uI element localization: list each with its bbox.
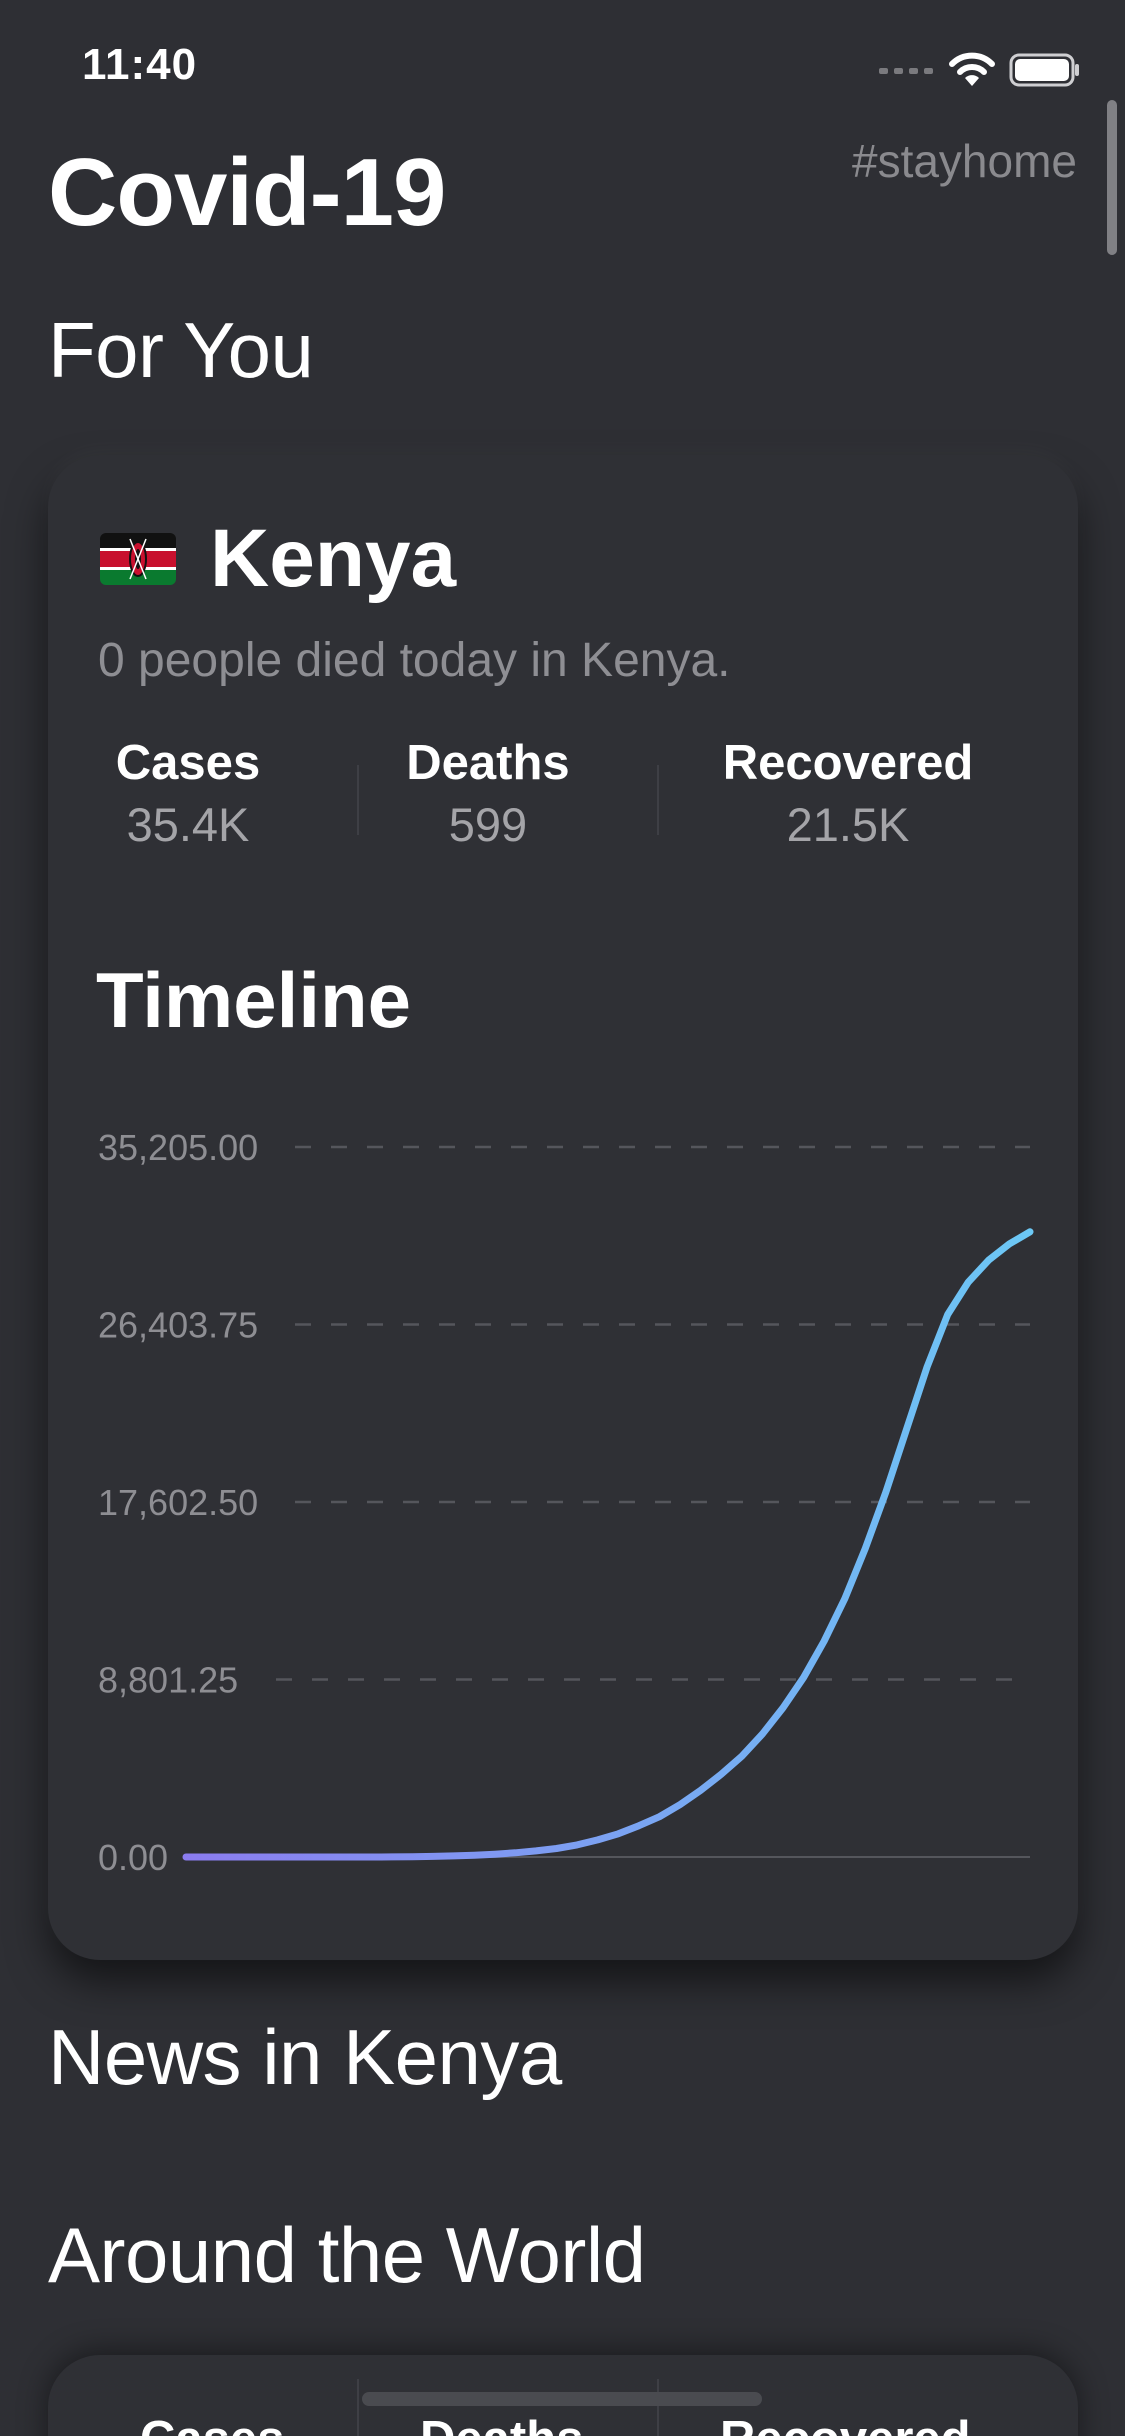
country-card[interactable]: Kenya 0 people died today in Kenya. Case… [48, 455, 1078, 1960]
y-tick-label: 26,403.75 [98, 1305, 258, 1346]
timeline-chart: 35,205.00 26,403.75 17,602.50 8,801.25 0.00 [98, 1127, 1034, 1878]
world-stat-label: Recovered [720, 2411, 971, 2436]
chart-series-line [182, 1228, 1034, 1861]
section-title-for-you: For You [48, 306, 314, 394]
page-title: Covid-19 [48, 139, 446, 246]
section-title-news[interactable]: News in Kenya [48, 2012, 562, 2103]
y-tick-label: 35,205.00 [98, 1127, 258, 1168]
wifi-icon [949, 52, 995, 86]
home-indicator[interactable] [362, 2392, 762, 2406]
stat-divider [657, 2379, 659, 2436]
status-bar: 11:40 [0, 0, 1125, 140]
world-stat-label: Cases [140, 2411, 284, 2436]
y-tick-label: 8,801.25 [98, 1660, 238, 1701]
chart-y-axis: 35,205.00 26,403.75 17,602.50 8,801.25 0.00 [98, 1127, 258, 1878]
status-icons [879, 48, 1081, 92]
y-tick-label: 17,602.50 [98, 1482, 258, 1523]
hashtag-label: #stayhome [851, 135, 1077, 187]
scroll-indicator[interactable] [1107, 100, 1117, 255]
chart-grid [200, 1145, 1030, 1858]
cellular-signal-icon [879, 68, 933, 74]
world-stat-label: Deaths [420, 2411, 583, 2436]
section-title-world: Around the World [48, 2211, 646, 2299]
stat-divider [357, 2379, 359, 2436]
y-tick-label: 0.00 [98, 1837, 168, 1878]
status-time: 11:40 [82, 40, 198, 89]
battery-icon [1009, 53, 1079, 87]
